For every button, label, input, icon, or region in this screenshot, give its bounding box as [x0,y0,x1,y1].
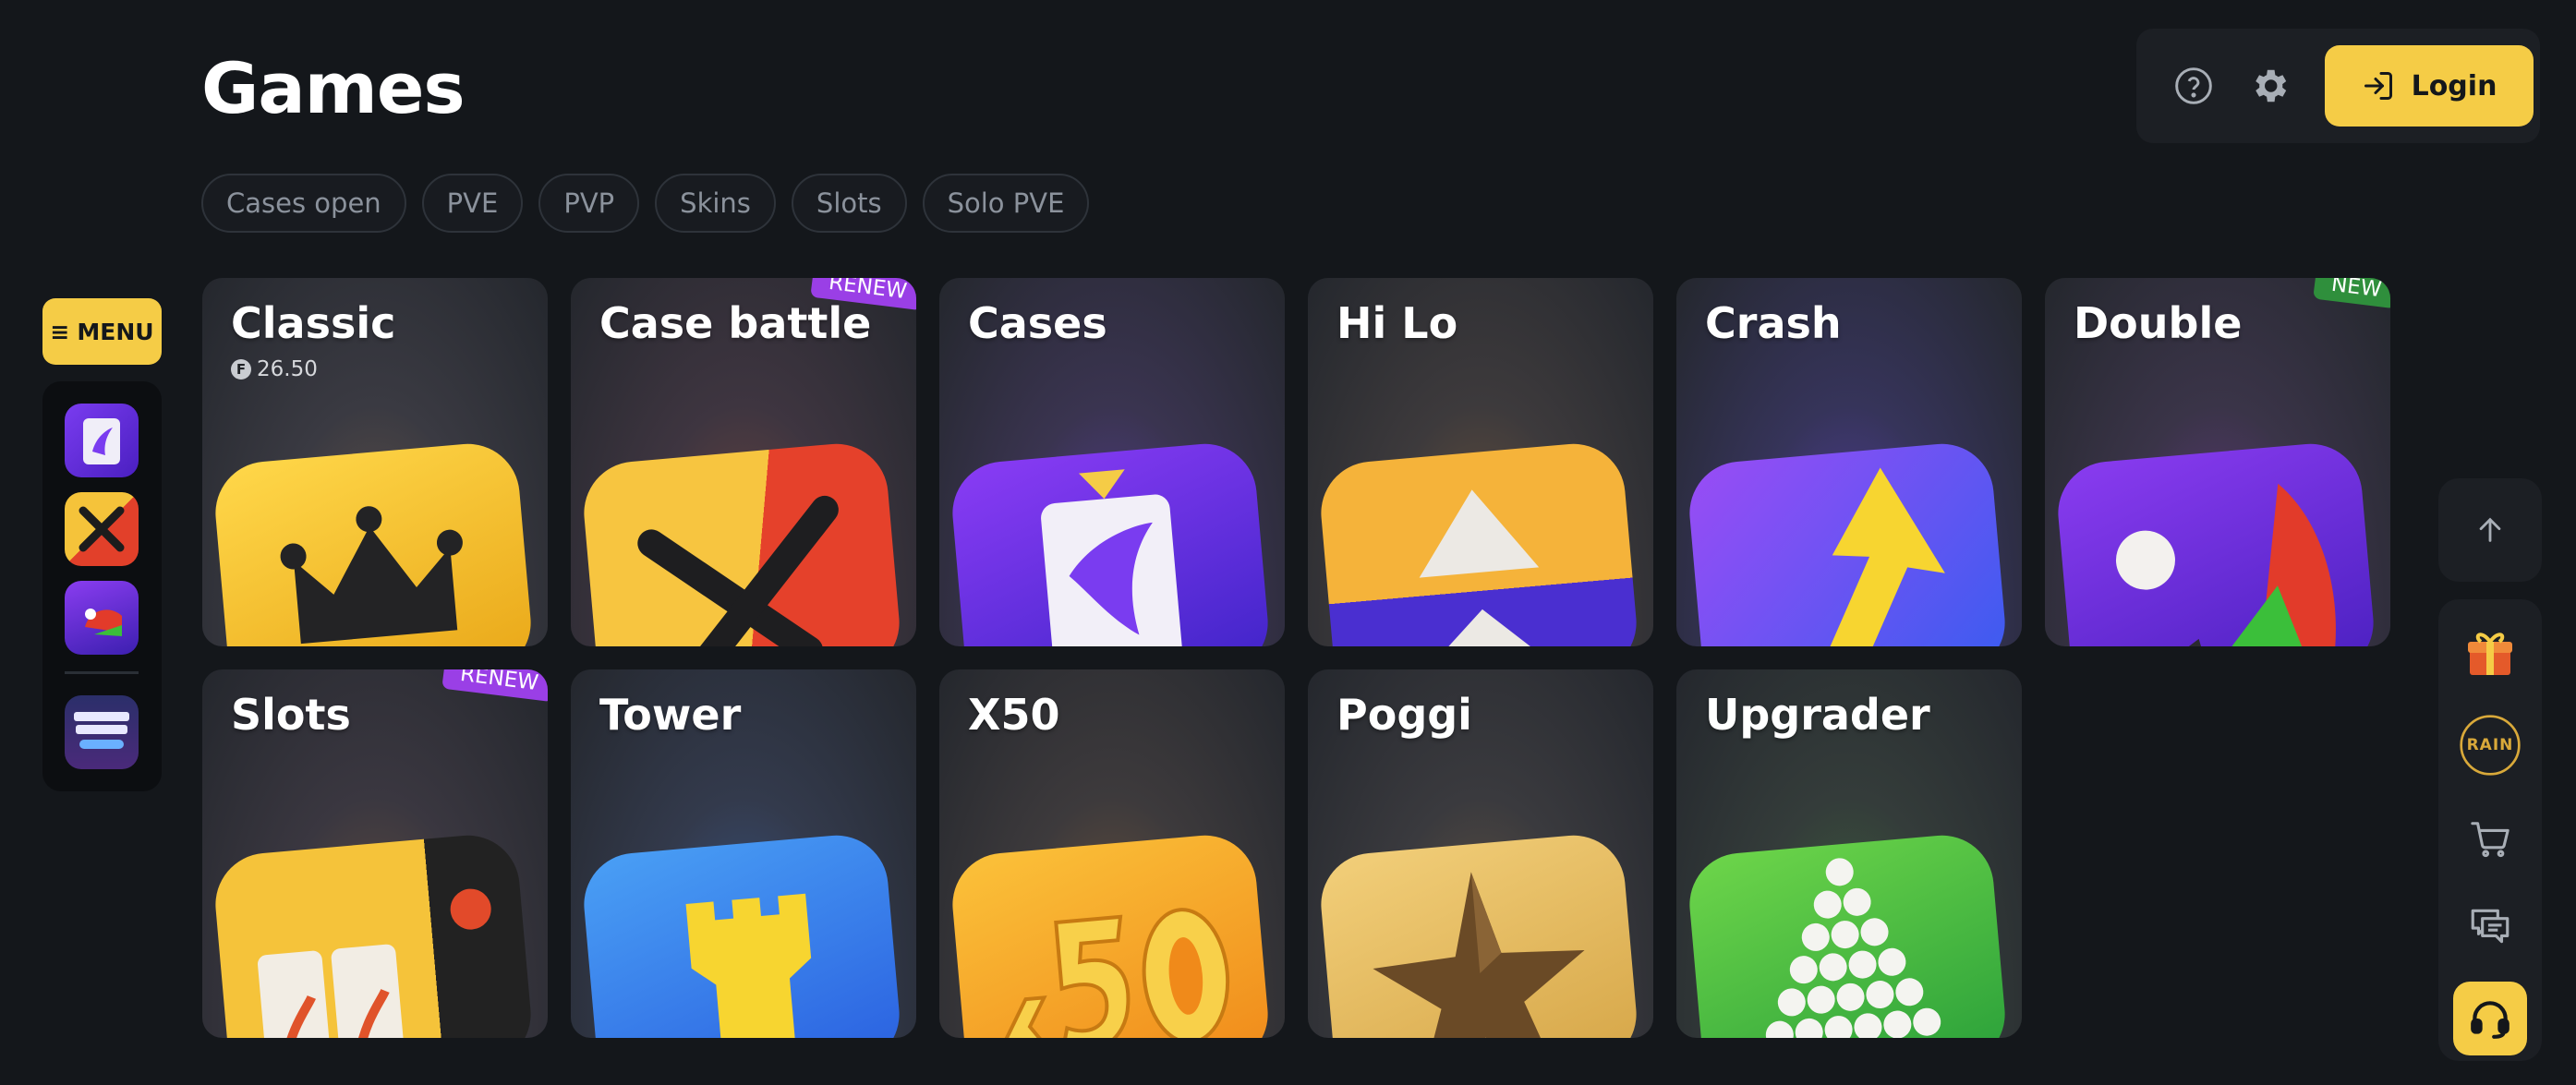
ball-pyramid-icon [1685,831,2010,1038]
pyramid-ball [1801,922,1830,951]
game-name: Hi Lo [1336,298,1458,348]
renew-badge: RENEW [441,669,548,703]
pyramid-ball [1765,1020,1794,1038]
chat-icon[interactable] [2459,895,2522,958]
rail-divider [65,671,139,674]
game-name: Upgrader [1705,690,1930,740]
game-balance: F 26.50 [231,357,318,381]
game-card-double[interactable]: Double NEW [2045,278,2390,646]
card-knife-icon [948,440,1273,646]
pyramid-ball [1878,947,1906,976]
pyramid-ball [1913,1007,1941,1036]
pyramid-ball [1795,1018,1823,1038]
game-name: Poggi [1336,690,1472,740]
game-name: X50 [968,690,1060,740]
gift-icon[interactable] [2459,621,2522,684]
wheel-icon[interactable] [65,581,139,655]
top-actions: Login [2136,29,2540,143]
pyramid-ball [1883,1010,1912,1038]
rain-icon[interactable]: RAIN [2459,714,2522,777]
game-name: Slots [231,690,351,740]
ball-pyramid [1765,858,1941,1038]
pyramid-ball [1819,953,1847,982]
pyramid-ball [1831,921,1859,949]
up-down-triangles-icon [1316,440,1641,646]
pyramid-ball [1813,890,1842,919]
left-rail [42,381,162,791]
pyramid-ball [1860,918,1889,946]
menu-button[interactable]: ≡ MENU [42,298,162,365]
slot-machine-icon [211,831,536,1038]
new-badge: NEW [2312,278,2390,309]
login-arrow-icon [2364,72,2392,100]
pyramid-ball [1866,981,1894,1009]
game-name: Crash [1705,298,1842,348]
crossed-swords-icon [579,440,904,646]
menu-label: MENU [77,318,154,345]
filter-slots[interactable]: Slots [791,174,907,233]
game-card-cases[interactable]: Cases [939,278,1285,646]
game-balance-value: 26.50 [257,357,318,381]
game-name: Double [2074,298,2243,348]
pyramid-ball [1848,950,1877,979]
game-card-hi-lo[interactable]: Hi Lo [1308,278,1653,646]
crossed-swords-icon[interactable] [65,492,139,566]
scroll-up-button[interactable] [2438,478,2542,582]
pyramid-ball [1777,988,1806,1017]
filter-skins[interactable]: Skins [655,174,776,233]
game-card-poggi[interactable]: Poggi [1308,669,1653,1038]
pyramid-ball [1825,858,1854,886]
skins-baron-event-logo[interactable] [65,695,139,769]
game-card-upgrader[interactable]: Upgrader [1676,669,2022,1038]
filter-pve[interactable]: PVE [421,174,524,233]
filter-pvp[interactable]: PVP [538,174,640,233]
game-card-x50[interactable]: X50 [939,669,1285,1038]
pyramid-ball [1895,978,1924,1007]
game-card-classic[interactable]: Classic F 26.50 [202,278,548,646]
game-name: Tower [599,690,742,740]
cart-icon[interactable] [2459,808,2522,871]
game-card-case-battle[interactable]: Case battle RENEW [571,278,916,646]
game-name: Classic [231,298,396,348]
filter-chips: Cases open PVE PVP Skins Slots Solo PVE [201,174,1090,233]
game-card-slots[interactable]: Slots RENEW [202,669,548,1038]
pyramid-ball [1824,1016,1853,1038]
pyramid-ball [1789,956,1818,984]
pyramid-ball [1843,887,1871,916]
card-knife-icon[interactable] [65,404,139,477]
filter-solo-pve[interactable]: Solo PVE [922,174,1090,233]
login-label: Login [2411,69,2497,102]
rain-label: RAIN [2466,736,2514,754]
pyramid-ball [1836,983,1865,1011]
star-icon [1316,831,1641,1038]
arrow-up-right-icon [1685,440,2010,646]
wheel-icon [2053,440,2378,646]
arrow-up-icon [2479,517,2501,542]
filter-cases-open[interactable]: Cases open [201,174,406,233]
page-title: Games [201,47,466,129]
game-name: Cases [968,298,1107,348]
login-button[interactable]: Login [2325,45,2534,127]
game-name: Case battle [599,298,872,348]
gear-icon[interactable] [2242,58,2297,114]
pyramid-ball [1807,985,1835,1014]
question-circle-icon[interactable] [2166,58,2221,114]
games-grid: Classic F 26.50 Case battle RENEW Cases … [202,278,2390,1038]
game-card-tower[interactable]: Tower [571,669,916,1038]
x50-icon [948,831,1273,1038]
right-rail: RAIN [2438,599,2542,1061]
tower-icon [579,831,904,1038]
pyramid-ball [1854,1013,1882,1038]
headset-icon[interactable] [2453,982,2527,1055]
coin-icon: F [231,359,251,380]
hamburger-icon: ≡ [50,318,70,345]
crown-icon [211,440,536,646]
game-card-crash[interactable]: Crash [1676,278,2022,646]
